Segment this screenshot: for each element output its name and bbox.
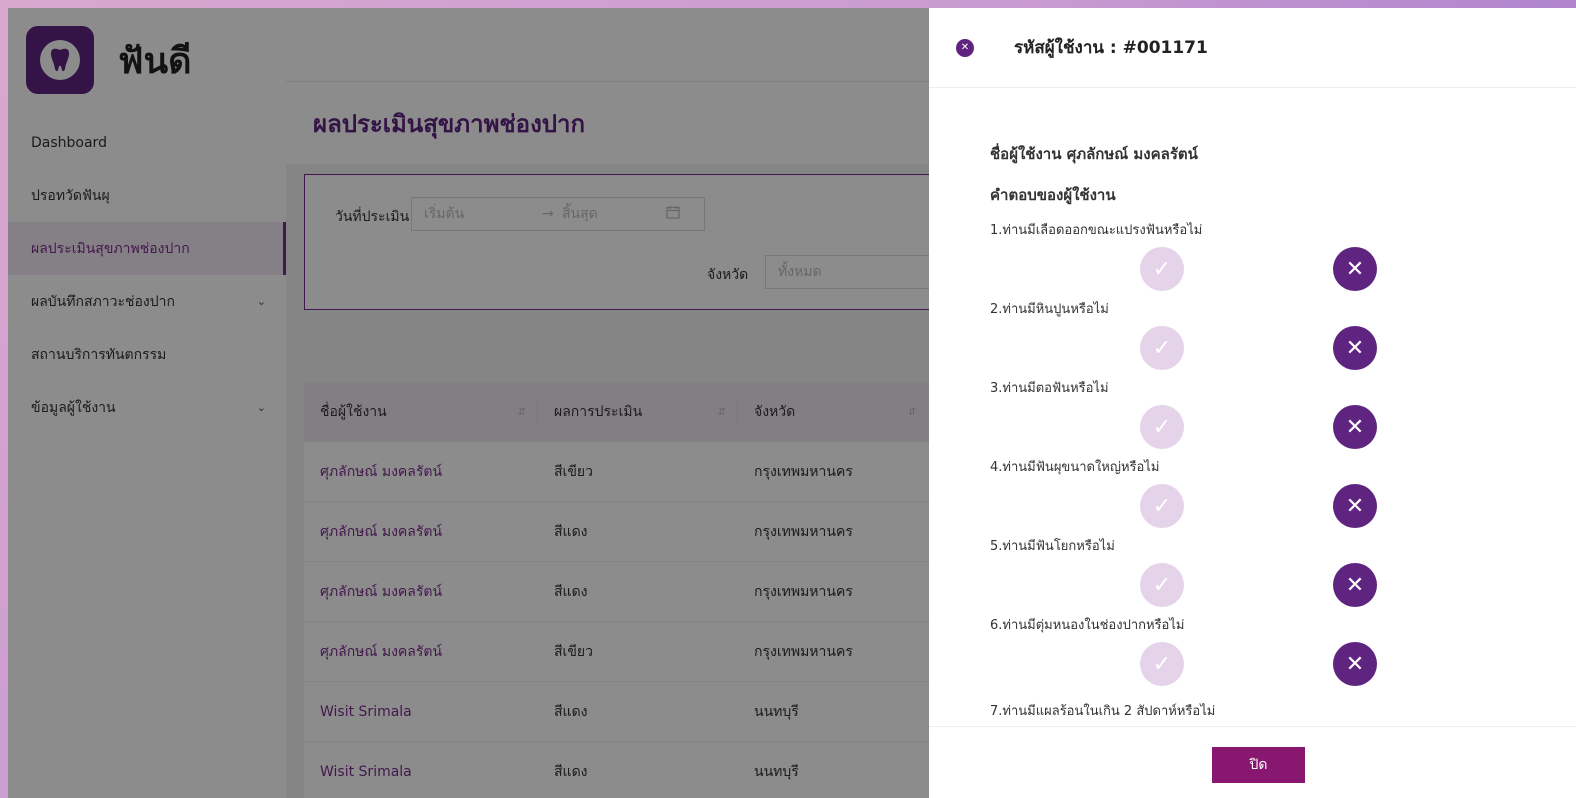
drawer-header: ✕ รหัสผู้ใช้งาน : #001171 bbox=[929, 8, 1576, 88]
answer-row-3: ✓ ✕ bbox=[990, 405, 1576, 449]
drawer-footer: ปิด bbox=[929, 726, 1576, 798]
user-detail-drawer: ✕ รหัสผู้ใช้งาน : #001171 ชื่อผู้ใช้งาน … bbox=[929, 8, 1576, 798]
question-7: 7.ท่านมีแผลร้อนในเกิน 2 สัปดาห์หรือไม่ bbox=[990, 704, 1216, 719]
close-button[interactable]: ปิด bbox=[1212, 747, 1305, 783]
drawer-body: ชื่อผู้ใช้งาน ศุภลักษณ์ มงคลรัตน์ คำตอบข… bbox=[929, 88, 1576, 726]
question-6: 6.ท่านมีตุ่มหนองในช่องปากหรือไม่ bbox=[990, 618, 1185, 633]
answer-row-4: ✓ ✕ bbox=[990, 484, 1576, 528]
answer-row-2: ✓ ✕ bbox=[990, 326, 1576, 370]
no-x-icon[interactable]: ✕ bbox=[1333, 484, 1377, 528]
user-name-line: ชื่อผู้ใช้งาน ศุภลักษณ์ มงคลรัตน์ bbox=[990, 145, 1198, 163]
question-1: 1.ท่านมีเลือดออกขณะแปรงฟันหรือไม่ bbox=[990, 223, 1203, 238]
app-window: ฟันดี Dashboard ปรอทวัดฟันผุ ผลประเมินสุ… bbox=[8, 8, 1576, 798]
no-x-icon[interactable]: ✕ bbox=[1333, 642, 1377, 686]
answers-heading: คำตอบของผู้ใช้งาน bbox=[990, 186, 1116, 204]
no-x-icon[interactable]: ✕ bbox=[1333, 326, 1377, 370]
yes-check-icon[interactable]: ✓ bbox=[1140, 405, 1184, 449]
answer-row-6: ✓ ✕ bbox=[990, 642, 1576, 686]
close-icon[interactable]: ✕ bbox=[956, 38, 974, 57]
yes-check-icon[interactable]: ✓ bbox=[1140, 484, 1184, 528]
no-x-icon[interactable]: ✕ bbox=[1333, 563, 1377, 607]
question-2: 2.ท่านมีหินปูนหรือไม่ bbox=[990, 302, 1109, 317]
answer-row-5: ✓ ✕ bbox=[990, 563, 1576, 607]
drawer-title: รหัสผู้ใช้งาน : #001171 bbox=[1014, 38, 1208, 58]
yes-check-icon[interactable]: ✓ bbox=[1140, 642, 1184, 686]
question-5: 5.ท่านมีฟันโยกหรือไม่ bbox=[990, 539, 1115, 554]
answer-row-1: ✓ ✕ bbox=[990, 247, 1576, 291]
no-x-icon[interactable]: ✕ bbox=[1333, 405, 1377, 449]
yes-check-icon[interactable]: ✓ bbox=[1140, 247, 1184, 291]
yes-check-icon[interactable]: ✓ bbox=[1140, 326, 1184, 370]
question-4: 4.ท่านมีฟันผุขนาดใหญ่หรือไม่ bbox=[990, 460, 1160, 475]
no-x-icon[interactable]: ✕ bbox=[1333, 247, 1377, 291]
yes-check-icon[interactable]: ✓ bbox=[1140, 563, 1184, 607]
question-3: 3.ท่านมีตอฟันหรือไม่ bbox=[990, 381, 1109, 396]
